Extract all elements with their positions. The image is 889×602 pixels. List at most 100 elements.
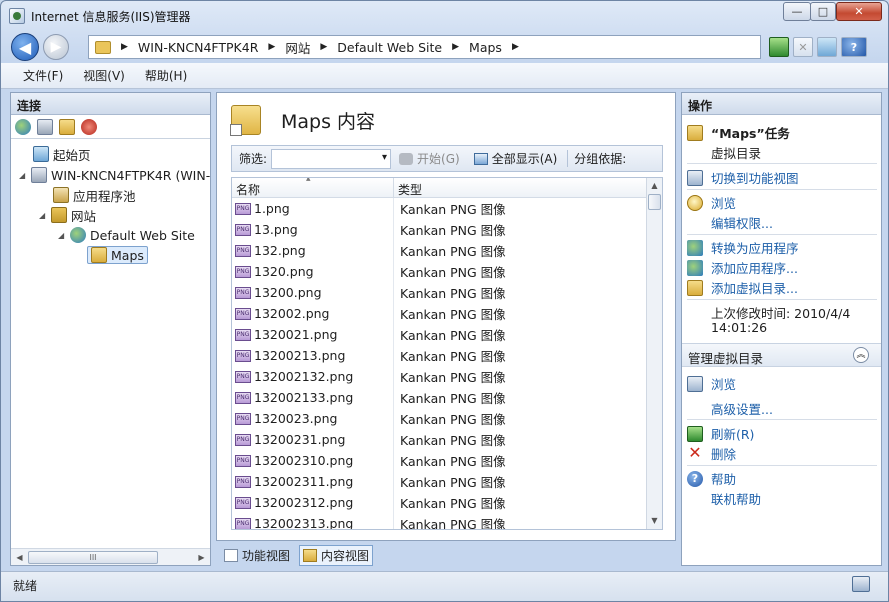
content-vertical-scrollbar[interactable]: ▲ ▼ [646, 178, 662, 529]
help-icon[interactable]: ? [841, 37, 867, 57]
column-name-header[interactable]: 名称 [232, 178, 394, 197]
table-row[interactable]: PNG 13200213.png Kankan PNG 图像 [232, 345, 662, 366]
scroll-right-button[interactable]: ▶ [193, 553, 210, 562]
filter-input[interactable] [271, 148, 392, 169]
filter-label: 筛选: [239, 152, 268, 166]
file-type: Kankan PNG 图像 [400, 265, 506, 280]
action-advanced-settings[interactable]: 高级设置... [682, 399, 773, 418]
table-row[interactable]: PNG 132002132.png Kankan PNG 图像 [232, 366, 662, 387]
forward-button[interactable]: ▶ [43, 34, 69, 60]
breadcrumb-server[interactable]: WIN-KNCN4FTPK4R [138, 40, 258, 55]
task-title: “Maps”任务 [682, 123, 790, 142]
browse-screen-icon [687, 375, 703, 392]
home-icon[interactable] [817, 37, 837, 57]
connections-horizontal-scrollbar[interactable]: ◀ III ▶ [11, 548, 210, 565]
tab-content-view[interactable]: 内容视图 [299, 545, 374, 566]
action-delete[interactable]: ✕ 删除 [682, 444, 736, 463]
action-label: 刷新(R) [711, 427, 755, 442]
scroll-left-button[interactable]: ◀ [11, 553, 28, 562]
action-browse-vdir[interactable]: 浏览 [682, 374, 736, 393]
breadcrumb-sites[interactable]: 网站 [285, 38, 310, 57]
scroll-thumb[interactable]: III [28, 551, 158, 564]
scroll-up-button[interactable]: ▲ [647, 178, 662, 194]
collapse-icon[interactable]: ︽ [853, 347, 869, 363]
table-row[interactable]: PNG 132002133.png Kankan PNG 图像 [232, 387, 662, 408]
png-file-icon: PNG [235, 391, 251, 404]
menu-file[interactable]: 文件(F) [23, 67, 63, 84]
minimize-button[interactable]: — [783, 2, 811, 21]
start-label: 开始(G) [417, 152, 460, 166]
show-all-icon [473, 152, 488, 165]
group-by-dropdown[interactable]: 分组依据: [567, 150, 626, 167]
table-row[interactable]: PNG 1320.png Kankan PNG 图像 [232, 261, 662, 282]
table-row[interactable]: PNG 132002310.png Kankan PNG 图像 [232, 450, 662, 471]
breadcrumb-default-web-site[interactable]: Default Web Site [337, 40, 442, 55]
expander-icon[interactable]: ◢ [58, 231, 66, 240]
scroll-thumb[interactable] [648, 194, 661, 210]
table-row[interactable]: PNG 1320021.png Kankan PNG 图像 [232, 324, 662, 345]
table-row[interactable]: PNG 1320023.png Kankan PNG 图像 [232, 408, 662, 429]
menu-help[interactable]: 帮助(H) [145, 67, 187, 84]
breadcrumb-maps[interactable]: Maps [469, 40, 502, 55]
up-folder-icon[interactable] [59, 118, 75, 135]
address-bar[interactable]: ▶ WIN-KNCN4FTPK4R ▶ 网站 ▶ Default Web Sit… [88, 35, 761, 59]
stop-icon[interactable]: ✕ [793, 37, 813, 57]
feature-view-icon [687, 169, 703, 186]
file-name: 132.png [254, 243, 306, 258]
breadcrumb-separator[interactable]: ▶ [268, 42, 275, 52]
disconnect-icon[interactable] [81, 118, 97, 135]
table-row[interactable]: PNG 13200.png Kankan PNG 图像 [232, 282, 662, 303]
expander-icon[interactable]: ◢ [39, 211, 47, 220]
tree-item-sites[interactable]: ◢ 网站 [39, 206, 96, 224]
table-row[interactable]: PNG 13.png Kankan PNG 图像 [232, 219, 662, 240]
tree-item-label: 起始页 [53, 147, 91, 163]
action-add-vdir[interactable]: 添加虚拟目录... [682, 278, 798, 297]
action-help[interactable]: ? 帮助 [682, 469, 736, 488]
filter-bar: 筛选: 开始(G) 全部显示(A) 分组依据: [231, 145, 663, 172]
action-refresh[interactable]: 刷新(R) [682, 424, 754, 443]
action-browse[interactable]: 浏览 [682, 193, 736, 212]
png-file-icon: PNG [235, 412, 251, 425]
show-all-button[interactable]: 全部显示(A) [473, 150, 557, 167]
menu-view[interactable]: 视图(V) [83, 67, 125, 84]
manage-vdir-group-header[interactable]: 管理虚拟目录 ︽ [682, 343, 881, 367]
table-row[interactable]: PNG 132002311.png Kankan PNG 图像 [232, 471, 662, 492]
folder-icon [95, 40, 111, 54]
tab-features-view[interactable]: 功能视图 [221, 545, 293, 566]
tree-item-app-pools[interactable]: 应用程序池 [53, 186, 136, 204]
start-button[interactable]: 开始(G) [399, 150, 460, 167]
features-view-icon [224, 549, 238, 562]
expander-icon[interactable]: ◢ [19, 171, 27, 180]
refresh-icon[interactable] [769, 37, 789, 57]
png-file-icon: PNG [235, 307, 251, 320]
action-label: 添加应用程序... [711, 261, 798, 276]
file-name: 1.png [254, 201, 290, 216]
table-row[interactable]: PNG 132.png Kankan PNG 图像 [232, 240, 662, 261]
network-icon [852, 576, 870, 592]
breadcrumb-separator[interactable]: ▶ [320, 42, 327, 52]
action-convert-to-app[interactable]: 转换为应用程序 [682, 238, 799, 257]
tree-item-default-web-site[interactable]: ◢ Default Web Site [58, 226, 195, 244]
column-type-header[interactable]: 类型 [394, 178, 648, 197]
action-edit-permissions[interactable]: 编辑权限... [682, 213, 773, 232]
table-row[interactable]: PNG 132002313.png Kankan PNG 图像 [232, 513, 662, 529]
table-row[interactable]: PNG 132002312.png Kankan PNG 图像 [232, 492, 662, 513]
maximize-button[interactable]: □ [810, 2, 836, 21]
scroll-down-button[interactable]: ▼ [647, 513, 662, 529]
action-online-help[interactable]: 联机帮助 [682, 489, 761, 508]
back-button[interactable]: ◀ [11, 33, 39, 61]
breadcrumb-separator[interactable]: ▶ [512, 42, 519, 52]
breadcrumb-separator[interactable]: ▶ [452, 42, 459, 52]
action-switch-feature-view[interactable]: 切换到功能视图 [682, 168, 799, 187]
connect-icon[interactable] [15, 118, 31, 135]
actions-panel: 操作 “Maps”任务 虚拟目录 切换到功能视图 浏览 编辑权限... 转换为应… [681, 92, 882, 566]
table-row[interactable]: PNG 13200231.png Kankan PNG 图像 [232, 429, 662, 450]
close-button[interactable]: ✕ [836, 2, 882, 21]
tree-item-start-page[interactable]: 起始页 [33, 145, 91, 163]
table-row[interactable]: PNG 1.png Kankan PNG 图像 [232, 198, 662, 219]
action-add-app[interactable]: 添加应用程序... [682, 258, 798, 277]
tree-item-server[interactable]: ◢ WIN-KNCN4FTPK4R (WIN- [19, 166, 210, 184]
tree-item-maps[interactable]: Maps [87, 246, 148, 264]
save-icon[interactable] [37, 118, 53, 135]
table-row[interactable]: PNG 132002.png Kankan PNG 图像 [232, 303, 662, 324]
